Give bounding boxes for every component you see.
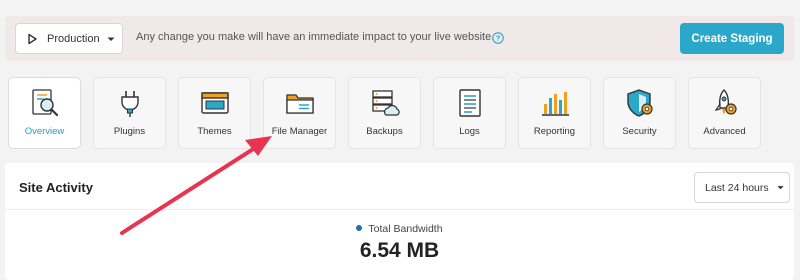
environment-bar: Production Any change you make will have… <box>5 16 794 61</box>
tool-label: Security <box>622 126 657 137</box>
tool-security[interactable]: Security <box>603 77 676 149</box>
divider <box>5 209 794 210</box>
chevron-down-icon <box>776 186 784 190</box>
tool-reporting[interactable]: Reporting <box>518 77 591 149</box>
time-range-label: Last 24 hours <box>705 181 769 194</box>
tool-label: Logs <box>459 126 480 137</box>
tool-label: Backups <box>366 126 403 137</box>
create-staging-button[interactable]: Create Staging <box>680 23 784 54</box>
tool-label: Reporting <box>533 126 576 137</box>
bandwidth-value: 6.54 MB <box>359 239 440 262</box>
browser-window-icon <box>200 92 229 114</box>
tool-label: Themes <box>197 126 232 137</box>
svg-text:?: ? <box>496 34 501 43</box>
bandwidth-label-text: Total Bandwidth <box>368 223 443 235</box>
tool-file-manager[interactable]: File Manager <box>263 77 336 149</box>
environment-select[interactable]: Production <box>15 23 123 54</box>
shield-gear-icon <box>626 89 653 117</box>
site-activity-panel: Site Activity Last 24 hours Total Bandwi… <box>5 163 794 280</box>
environment-select-label: Production <box>47 32 100 45</box>
tool-label: Plugins <box>113 126 146 137</box>
chevron-down-icon <box>107 37 115 41</box>
play-icon <box>28 33 37 44</box>
server-cloud-icon <box>371 90 400 116</box>
help-icon[interactable]: ? <box>492 32 504 44</box>
tool-label: File Manager <box>271 126 328 137</box>
tool-plugins[interactable]: Plugins <box>93 77 166 149</box>
rocket-gear-icon <box>714 89 737 115</box>
tool-themes[interactable]: Themes <box>178 77 251 149</box>
overview-magnifier-icon <box>31 89 58 117</box>
environment-notice: Any change you make will have an immedia… <box>136 31 495 43</box>
site-activity-title: Site Activity <box>19 180 93 195</box>
tool-overview[interactable]: Overview <box>8 77 81 149</box>
bandwidth-label: Total Bandwidth <box>5 223 794 235</box>
document-icon <box>458 89 481 117</box>
plug-icon <box>120 91 139 117</box>
tool-label: Advanced <box>703 126 746 137</box>
legend-dot-icon <box>356 225 363 232</box>
tool-advanced[interactable]: Advanced <box>688 77 761 149</box>
tool-label: Overview <box>24 126 65 137</box>
folder-icon <box>285 94 314 114</box>
tool-logs[interactable]: Logs <box>433 77 506 149</box>
bar-chart-icon <box>541 92 569 116</box>
time-range-select[interactable]: Last 24 hours <box>694 172 790 203</box>
tool-backups[interactable]: Backups <box>348 77 421 149</box>
